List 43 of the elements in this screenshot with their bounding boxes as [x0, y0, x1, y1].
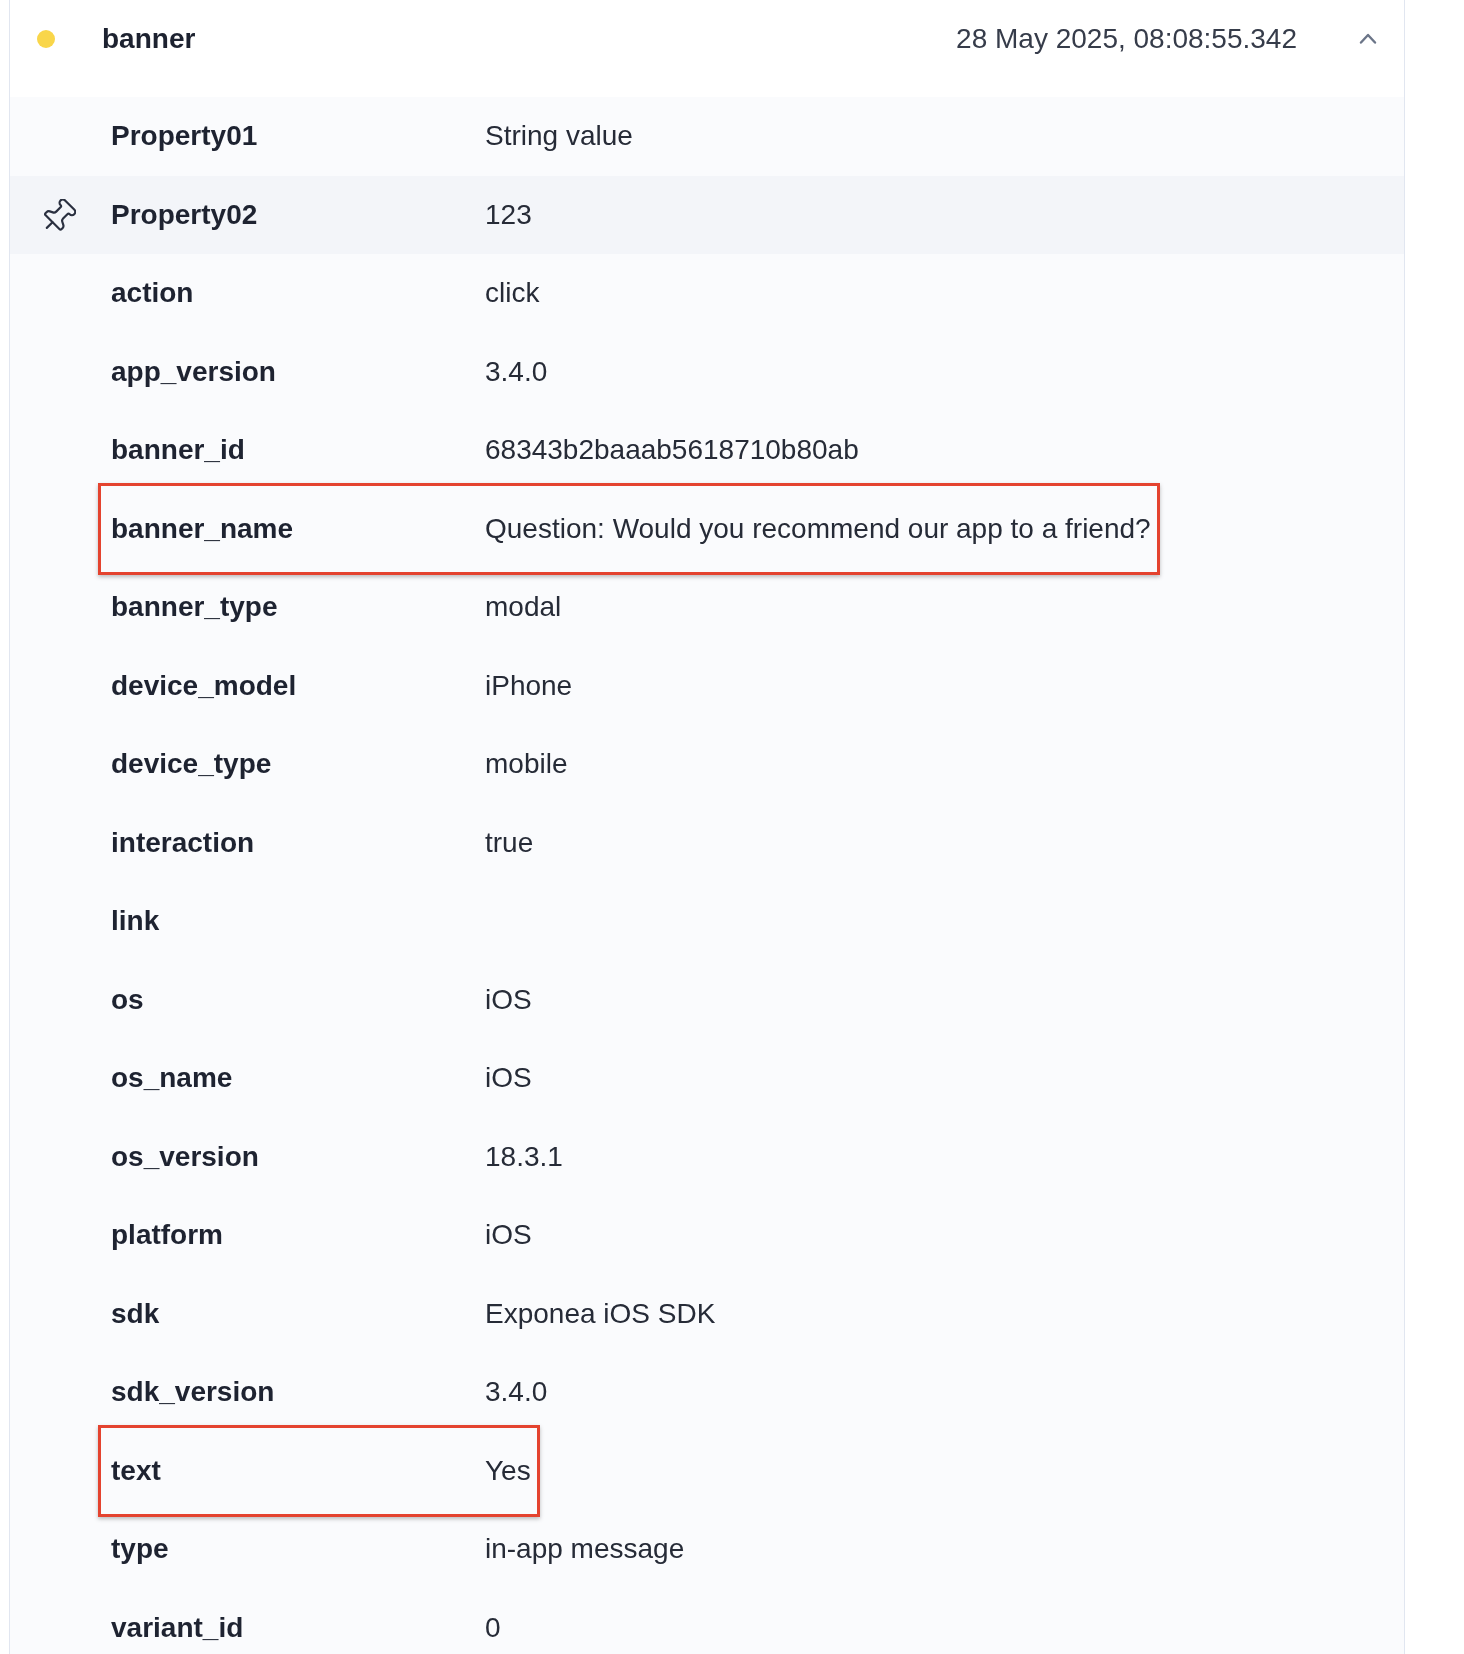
- property-value: Question: Would you recommend our app to a friend?: [485, 511, 1151, 546]
- event-timestamp: 28 May 2025, 08:08:55.342: [956, 22, 1297, 56]
- property-name: banner_type: [111, 590, 278, 625]
- property-value: modal: [485, 590, 562, 625]
- property-name: interaction: [111, 825, 255, 860]
- property-value: mobile: [485, 747, 568, 782]
- property-value: iOS: [485, 1218, 532, 1253]
- property-name: link: [111, 904, 160, 939]
- property-name: text: [111, 1453, 161, 1488]
- property-value: true: [485, 825, 534, 860]
- property-name: sdk: [111, 1296, 160, 1331]
- property-name: type: [111, 1532, 169, 1567]
- property-name: device_type: [111, 747, 272, 782]
- property-value: 18.3.1: [485, 1139, 563, 1174]
- property-name: action: [111, 276, 194, 311]
- property-value: iOS: [485, 1061, 532, 1096]
- property-value: String value: [485, 119, 633, 154]
- property-value: 123: [485, 197, 532, 232]
- property-value: iPhone: [485, 668, 573, 703]
- property-value: in-app message: [485, 1532, 685, 1567]
- property-name: variant_id: [111, 1610, 244, 1645]
- property-name: sdk_version: [111, 1375, 275, 1410]
- property-name: os_version: [111, 1139, 259, 1174]
- property-value: 68343b2baaab5618710b80ab: [485, 433, 859, 468]
- property-value: iOS: [485, 982, 532, 1017]
- property-name: banner_name: [111, 511, 294, 546]
- property-value: 0: [485, 1610, 501, 1645]
- property-name: Property01: [111, 119, 258, 154]
- chevron-up-icon[interactable]: [1359, 33, 1377, 44]
- property-name: app_version: [111, 354, 276, 389]
- event-name: banner: [102, 22, 196, 56]
- property-value: 3.4.0: [485, 1375, 548, 1410]
- property-name: device_model: [111, 668, 297, 703]
- property-name: os: [111, 982, 144, 1017]
- property-value: Yes: [485, 1453, 531, 1488]
- property-value: Exponea iOS SDK: [485, 1296, 716, 1331]
- property-value: click: [485, 276, 540, 311]
- property-name: banner_id: [111, 433, 245, 468]
- property-name: platform: [111, 1218, 223, 1253]
- property-name: os_name: [111, 1061, 233, 1096]
- property-value: 3.4.0: [485, 354, 548, 389]
- property-name: Property02: [111, 197, 258, 232]
- pin-icon[interactable]: [44, 198, 76, 231]
